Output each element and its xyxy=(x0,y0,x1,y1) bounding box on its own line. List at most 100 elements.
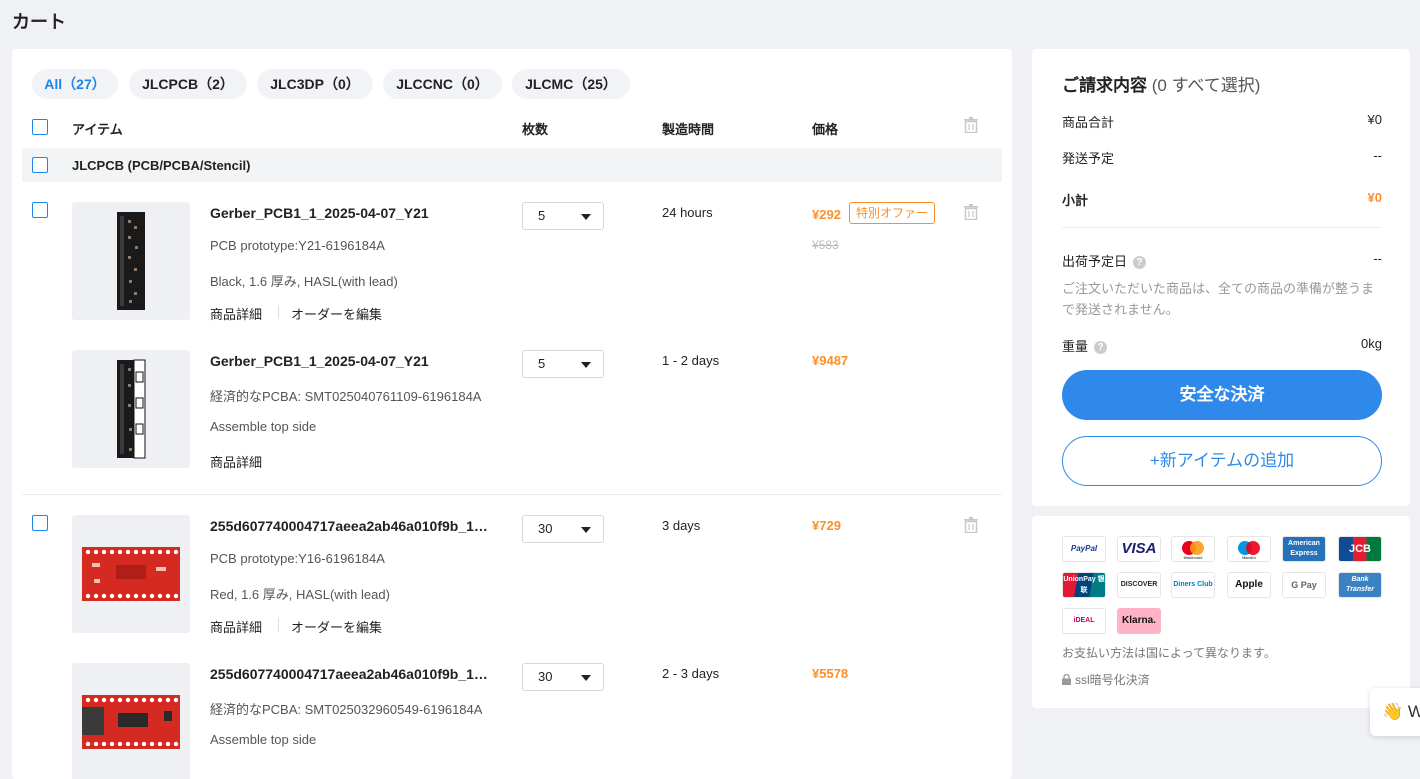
item-price: ¥9487 xyxy=(812,353,849,368)
mastercard-icon: Mastercard xyxy=(1171,536,1215,562)
quantity-select[interactable]: 5 xyxy=(522,350,604,378)
payment-note: お支払い方法は国によって異なります。 xyxy=(1062,646,1276,660)
shipping-value: -- xyxy=(1373,148,1382,163)
quantity-select[interactable]: 30 xyxy=(522,663,604,691)
build-time: 1 - 2 days xyxy=(662,353,720,368)
quantity-value: 5 xyxy=(538,208,546,223)
item-name[interactable]: Gerber_PCB1_1_2025-04-07_Y21 xyxy=(210,353,488,369)
item-price: ¥729 xyxy=(812,518,841,533)
jcb-icon: JCB xyxy=(1338,536,1382,562)
product-details-link[interactable]: 商品詳細 xyxy=(210,452,262,471)
item-options: Assemble top side xyxy=(210,419,317,434)
ship-date-value: -- xyxy=(1373,251,1382,266)
ssl-text: ssl暗号化決済 xyxy=(1075,673,1150,687)
link-separator xyxy=(278,618,279,632)
tab-jlcpcb[interactable]: JLCPCB（2） xyxy=(129,69,247,99)
klarna-icon: Klarna. xyxy=(1117,608,1161,634)
total-value: ¥0 xyxy=(1367,190,1382,205)
quantity-select[interactable]: 30 xyxy=(522,515,604,543)
shipping-row: 発送予定 -- xyxy=(1062,148,1382,167)
item-options: Black, 1.6 厚み, HASL(with lead) xyxy=(210,274,398,289)
paypal-icon: PayPal xyxy=(1062,536,1106,562)
item-checkbox[interactable] xyxy=(32,202,48,218)
shipping-note: ご注文いただいた商品は、全ての商品の準備が整うまで発送されません。 xyxy=(1062,281,1375,317)
group-row-jlcpcb: JLCPCB (PCB/PCBA/Stencil) xyxy=(22,148,1002,182)
pcb-black-thumbnail[interactable] xyxy=(72,202,190,320)
summary-title: ご請求内容 (0 すべて選択) xyxy=(1062,71,1260,96)
ideal-icon: iDEAL xyxy=(1062,608,1106,634)
mastercard-logo: Mastercard xyxy=(1182,541,1204,560)
total-row: 小計 ¥0 xyxy=(1062,190,1382,209)
item-spec: PCB prototype:Y21-6196184A xyxy=(210,238,385,253)
item-options: Red, 1.6 厚み, HASL(with lead) xyxy=(210,587,390,602)
pcba-black-thumbnail[interactable] xyxy=(72,350,190,468)
maestro-logo: Maestro xyxy=(1238,541,1260,560)
item-options: Assemble top side xyxy=(210,732,317,747)
select-all-checkbox[interactable] xyxy=(32,119,48,135)
chat-widget-tab[interactable]: 👋 We xyxy=(1370,688,1420,736)
item-spec: PCB prototype:Y16-6196184A xyxy=(210,551,385,566)
lock-icon xyxy=(1062,673,1071,685)
tab-jlcmc[interactable]: JLCMC（25） xyxy=(512,69,630,99)
mastercard-text: Mastercard xyxy=(1184,556,1203,560)
item-divider xyxy=(22,494,1002,495)
weight-label: 重量 xyxy=(1062,339,1089,354)
pcba-black-image xyxy=(117,359,146,459)
edit-order-link[interactable]: オーダーを編集 xyxy=(291,617,382,636)
tab-jlc3dp[interactable]: JLC3DP（0） xyxy=(257,69,373,99)
ship-date-row: 出荷予定日? -- xyxy=(1062,251,1382,270)
pcba-red-thumbnail[interactable] xyxy=(72,663,190,779)
order-summary-panel: ご請求内容 (0 すべて選択) 商品合計 ¥0 発送予定 -- 小計 ¥0 出荷… xyxy=(1032,49,1410,506)
build-time: 24 hours xyxy=(662,205,713,220)
chevron-down-icon xyxy=(581,675,591,681)
pcba-red-image xyxy=(82,695,180,749)
delete-trash-icon[interactable] xyxy=(964,517,978,533)
tab-jlccnc[interactable]: JLCCNC（0） xyxy=(383,69,502,99)
item-name[interactable]: 255d607740004717aeea2ab46a010f9b_1_2025 xyxy=(210,518,488,534)
delete-trash-icon[interactable] xyxy=(964,204,978,220)
total-label: 小計 xyxy=(1062,193,1089,208)
delete-all-trash-icon[interactable] xyxy=(964,117,978,133)
subtotal-label: 商品合計 xyxy=(1062,115,1115,130)
maestro-icon: Maestro xyxy=(1227,536,1271,562)
pcb-black-image xyxy=(117,212,145,310)
item-name[interactable]: Gerber_PCB1_1_2025-04-07_Y21 xyxy=(210,205,488,221)
discover-icon: DISCOVER xyxy=(1117,572,1161,598)
subtotal-row: 商品合計 ¥0 xyxy=(1062,112,1382,131)
product-details-link[interactable]: 商品詳細 xyxy=(210,304,262,323)
bank-transfer-icon: Bank Transfer xyxy=(1338,572,1382,598)
add-new-item-button[interactable]: +新アイテムの追加 xyxy=(1062,436,1382,486)
help-icon[interactable]: ? xyxy=(1133,256,1147,270)
item-name[interactable]: 255d607740004717aeea2ab46a010f9b_1_2025 xyxy=(210,666,488,682)
edit-order-link[interactable]: オーダーを編集 xyxy=(291,304,382,323)
summary-selected-count: (0 すべて選択) xyxy=(1151,76,1261,95)
pcb-red-thumbnail[interactable] xyxy=(72,515,190,633)
chevron-down-icon xyxy=(581,362,591,368)
unionpay-icon: UnionPay 银联 xyxy=(1062,572,1106,598)
group-label: JLCPCB (PCB/PCBA/Stencil) xyxy=(72,158,251,173)
cart-panel: All（27） JLCPCB（2） JLC3DP（0） JLCCNC（0） JL… xyxy=(12,49,1012,779)
ssl-notice: ssl暗号化決済 xyxy=(1062,671,1150,688)
product-details-link[interactable]: 商品詳細 xyxy=(210,617,262,636)
build-time: 3 days xyxy=(662,518,701,533)
quantity-value: 30 xyxy=(538,669,553,684)
summary-divider xyxy=(1062,227,1382,228)
google-pay-icon: G Pay xyxy=(1282,572,1326,598)
amex-icon: American Express xyxy=(1282,536,1326,562)
diners-club-icon: Diners Club xyxy=(1171,572,1215,598)
secure-checkout-button[interactable]: 安全な決済 xyxy=(1062,370,1382,420)
weight-row: 重量? 0kg xyxy=(1062,336,1382,355)
item-checkbox[interactable] xyxy=(32,515,48,531)
weight-value: 0kg xyxy=(1361,336,1382,351)
tab-all[interactable]: All（27） xyxy=(32,69,118,99)
quantity-value: 5 xyxy=(538,356,546,371)
build-time: 2 - 3 days xyxy=(662,666,720,681)
chevron-down-icon xyxy=(581,527,591,533)
quantity-select[interactable]: 5 xyxy=(522,202,604,230)
original-price: ¥583 xyxy=(812,238,839,252)
chevron-down-icon xyxy=(581,214,591,220)
help-icon[interactable]: ? xyxy=(1094,341,1108,355)
maestro-text: Maestro xyxy=(1242,556,1255,560)
item-spec: 経済的なPCBA: SMT025040761109-6196184A xyxy=(210,389,482,404)
group-checkbox[interactable] xyxy=(32,157,48,173)
